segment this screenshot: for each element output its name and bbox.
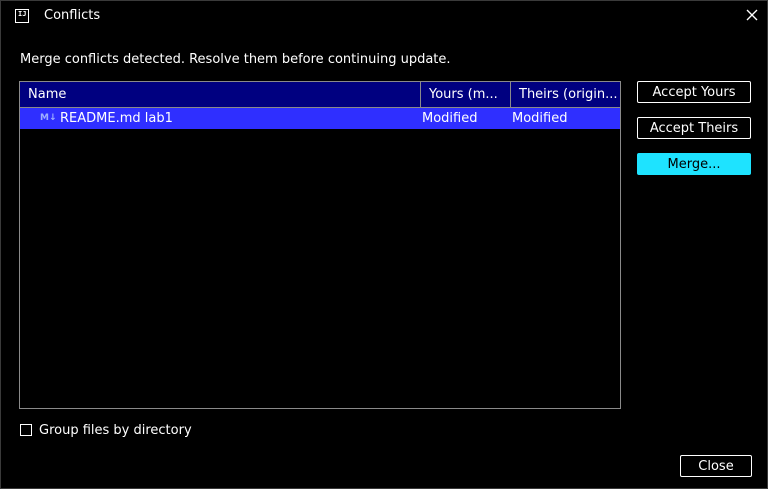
table-row[interactable]: M↓ README.md lab1 Modified Modified bbox=[20, 108, 620, 129]
conflicts-dialog: IJ Conflicts Merge conflicts detected. R… bbox=[0, 0, 768, 489]
accept-theirs-button[interactable]: Accept Theirs bbox=[637, 117, 751, 139]
dialog-title: Conflicts bbox=[44, 8, 101, 23]
close-button[interactable]: Close bbox=[680, 455, 752, 477]
file-name: README.md lab1 bbox=[60, 111, 173, 126]
title-bar: IJ Conflicts bbox=[1, 1, 767, 33]
intellij-app-icon: IJ bbox=[15, 9, 29, 23]
accept-yours-button[interactable]: Accept Yours bbox=[637, 81, 751, 103]
merge-button[interactable]: Merge... bbox=[637, 153, 751, 175]
column-header-name[interactable]: Name bbox=[20, 82, 420, 107]
group-by-directory-label: Group files by directory bbox=[39, 423, 192, 438]
markdown-file-icon: M↓ bbox=[40, 113, 57, 123]
close-icon[interactable] bbox=[745, 8, 759, 22]
column-header-theirs[interactable]: Theirs (origin... bbox=[510, 82, 620, 107]
conflict-message: Merge conflicts detected. Resolve them b… bbox=[20, 52, 451, 67]
group-by-directory-checkbox[interactable] bbox=[20, 424, 32, 436]
table-header: Name Yours (m... Theirs (origin... bbox=[20, 82, 620, 108]
column-header-yours[interactable]: Yours (m... bbox=[420, 82, 510, 107]
theirs-status: Modified bbox=[512, 111, 568, 126]
conflicts-table[interactable]: Name Yours (m... Theirs (origin... M↓ RE… bbox=[19, 81, 621, 409]
yours-status: Modified bbox=[422, 111, 478, 126]
